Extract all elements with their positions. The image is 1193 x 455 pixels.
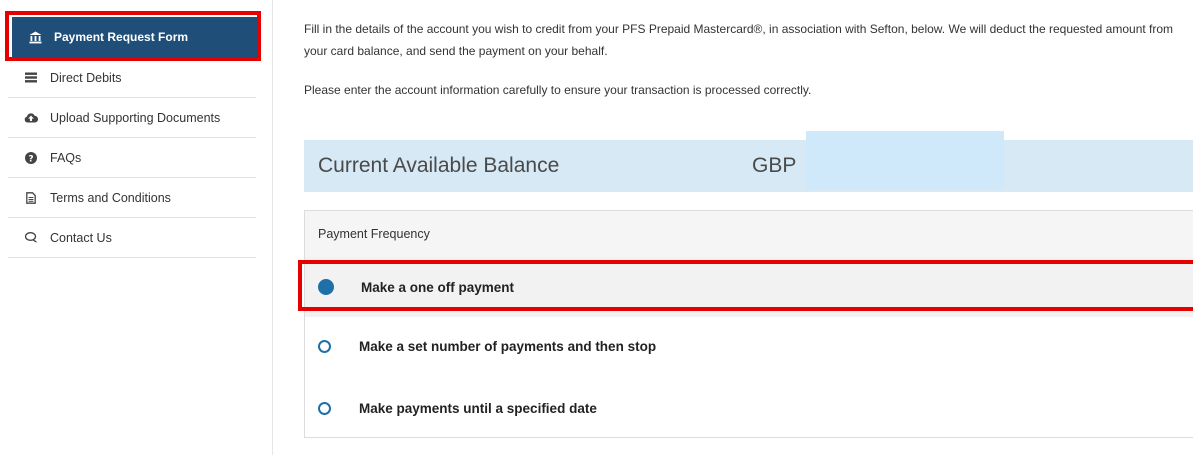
document-icon xyxy=(24,191,38,205)
chat-icon xyxy=(24,231,38,245)
sidebar-item-contact-us[interactable]: Contact Us xyxy=(8,218,256,258)
list-icon xyxy=(24,71,38,85)
sidebar-item-label: Contact Us xyxy=(50,230,112,245)
payment-frequency-panel: Payment Frequency Make a one off payment… xyxy=(304,210,1193,438)
redacted-balance-amount xyxy=(806,131,1004,190)
svg-text:?: ? xyxy=(28,154,33,164)
sidebar-item-label: Direct Debits xyxy=(50,70,122,85)
balance-currency: GBP xyxy=(752,154,797,177)
option-label: Make a set number of payments and then s… xyxy=(359,338,657,354)
sidebar-item-label: Terms and Conditions xyxy=(50,190,171,205)
payment-frequency-title: Payment Frequency xyxy=(318,227,430,241)
intro-text: Fill in the details of the account you w… xyxy=(304,22,1174,58)
sidebar-item-label: Upload Supporting Documents xyxy=(50,110,221,125)
sidebar-item-label: FAQs xyxy=(50,150,82,165)
balance-panel: Current Available Balance GBP xyxy=(304,131,1193,192)
sidebar-item-faqs[interactable]: ? FAQs xyxy=(8,138,256,178)
sidebar-item-upload-supporting-documents[interactable]: Upload Supporting Documents xyxy=(8,98,256,138)
highlight-box xyxy=(298,260,1193,311)
sidebar-item-terms-and-conditions[interactable]: Terms and Conditions xyxy=(8,178,256,218)
cloud-upload-icon xyxy=(24,111,38,125)
instruction-text: Please enter the account information car… xyxy=(304,83,812,97)
sidebar-nav: Payment Request Form Direct Debits Uploa… xyxy=(0,0,273,455)
question-circle-icon: ? xyxy=(24,151,38,165)
radio-button[interactable] xyxy=(318,401,331,415)
highlight-box xyxy=(5,11,261,61)
option-set-number-of-payments[interactable]: Make a set number of payments and then s… xyxy=(305,316,1193,376)
option-label: Make payments until a specified date xyxy=(359,400,597,416)
sidebar-item-direct-debits[interactable]: Direct Debits xyxy=(8,58,256,98)
payment-frequency-header: Payment Frequency xyxy=(305,211,1193,258)
balance-label: Current Available Balance xyxy=(318,154,560,177)
option-until-specified-date[interactable]: Make payments until a specified date xyxy=(305,378,1193,438)
radio-button[interactable] xyxy=(318,339,331,353)
